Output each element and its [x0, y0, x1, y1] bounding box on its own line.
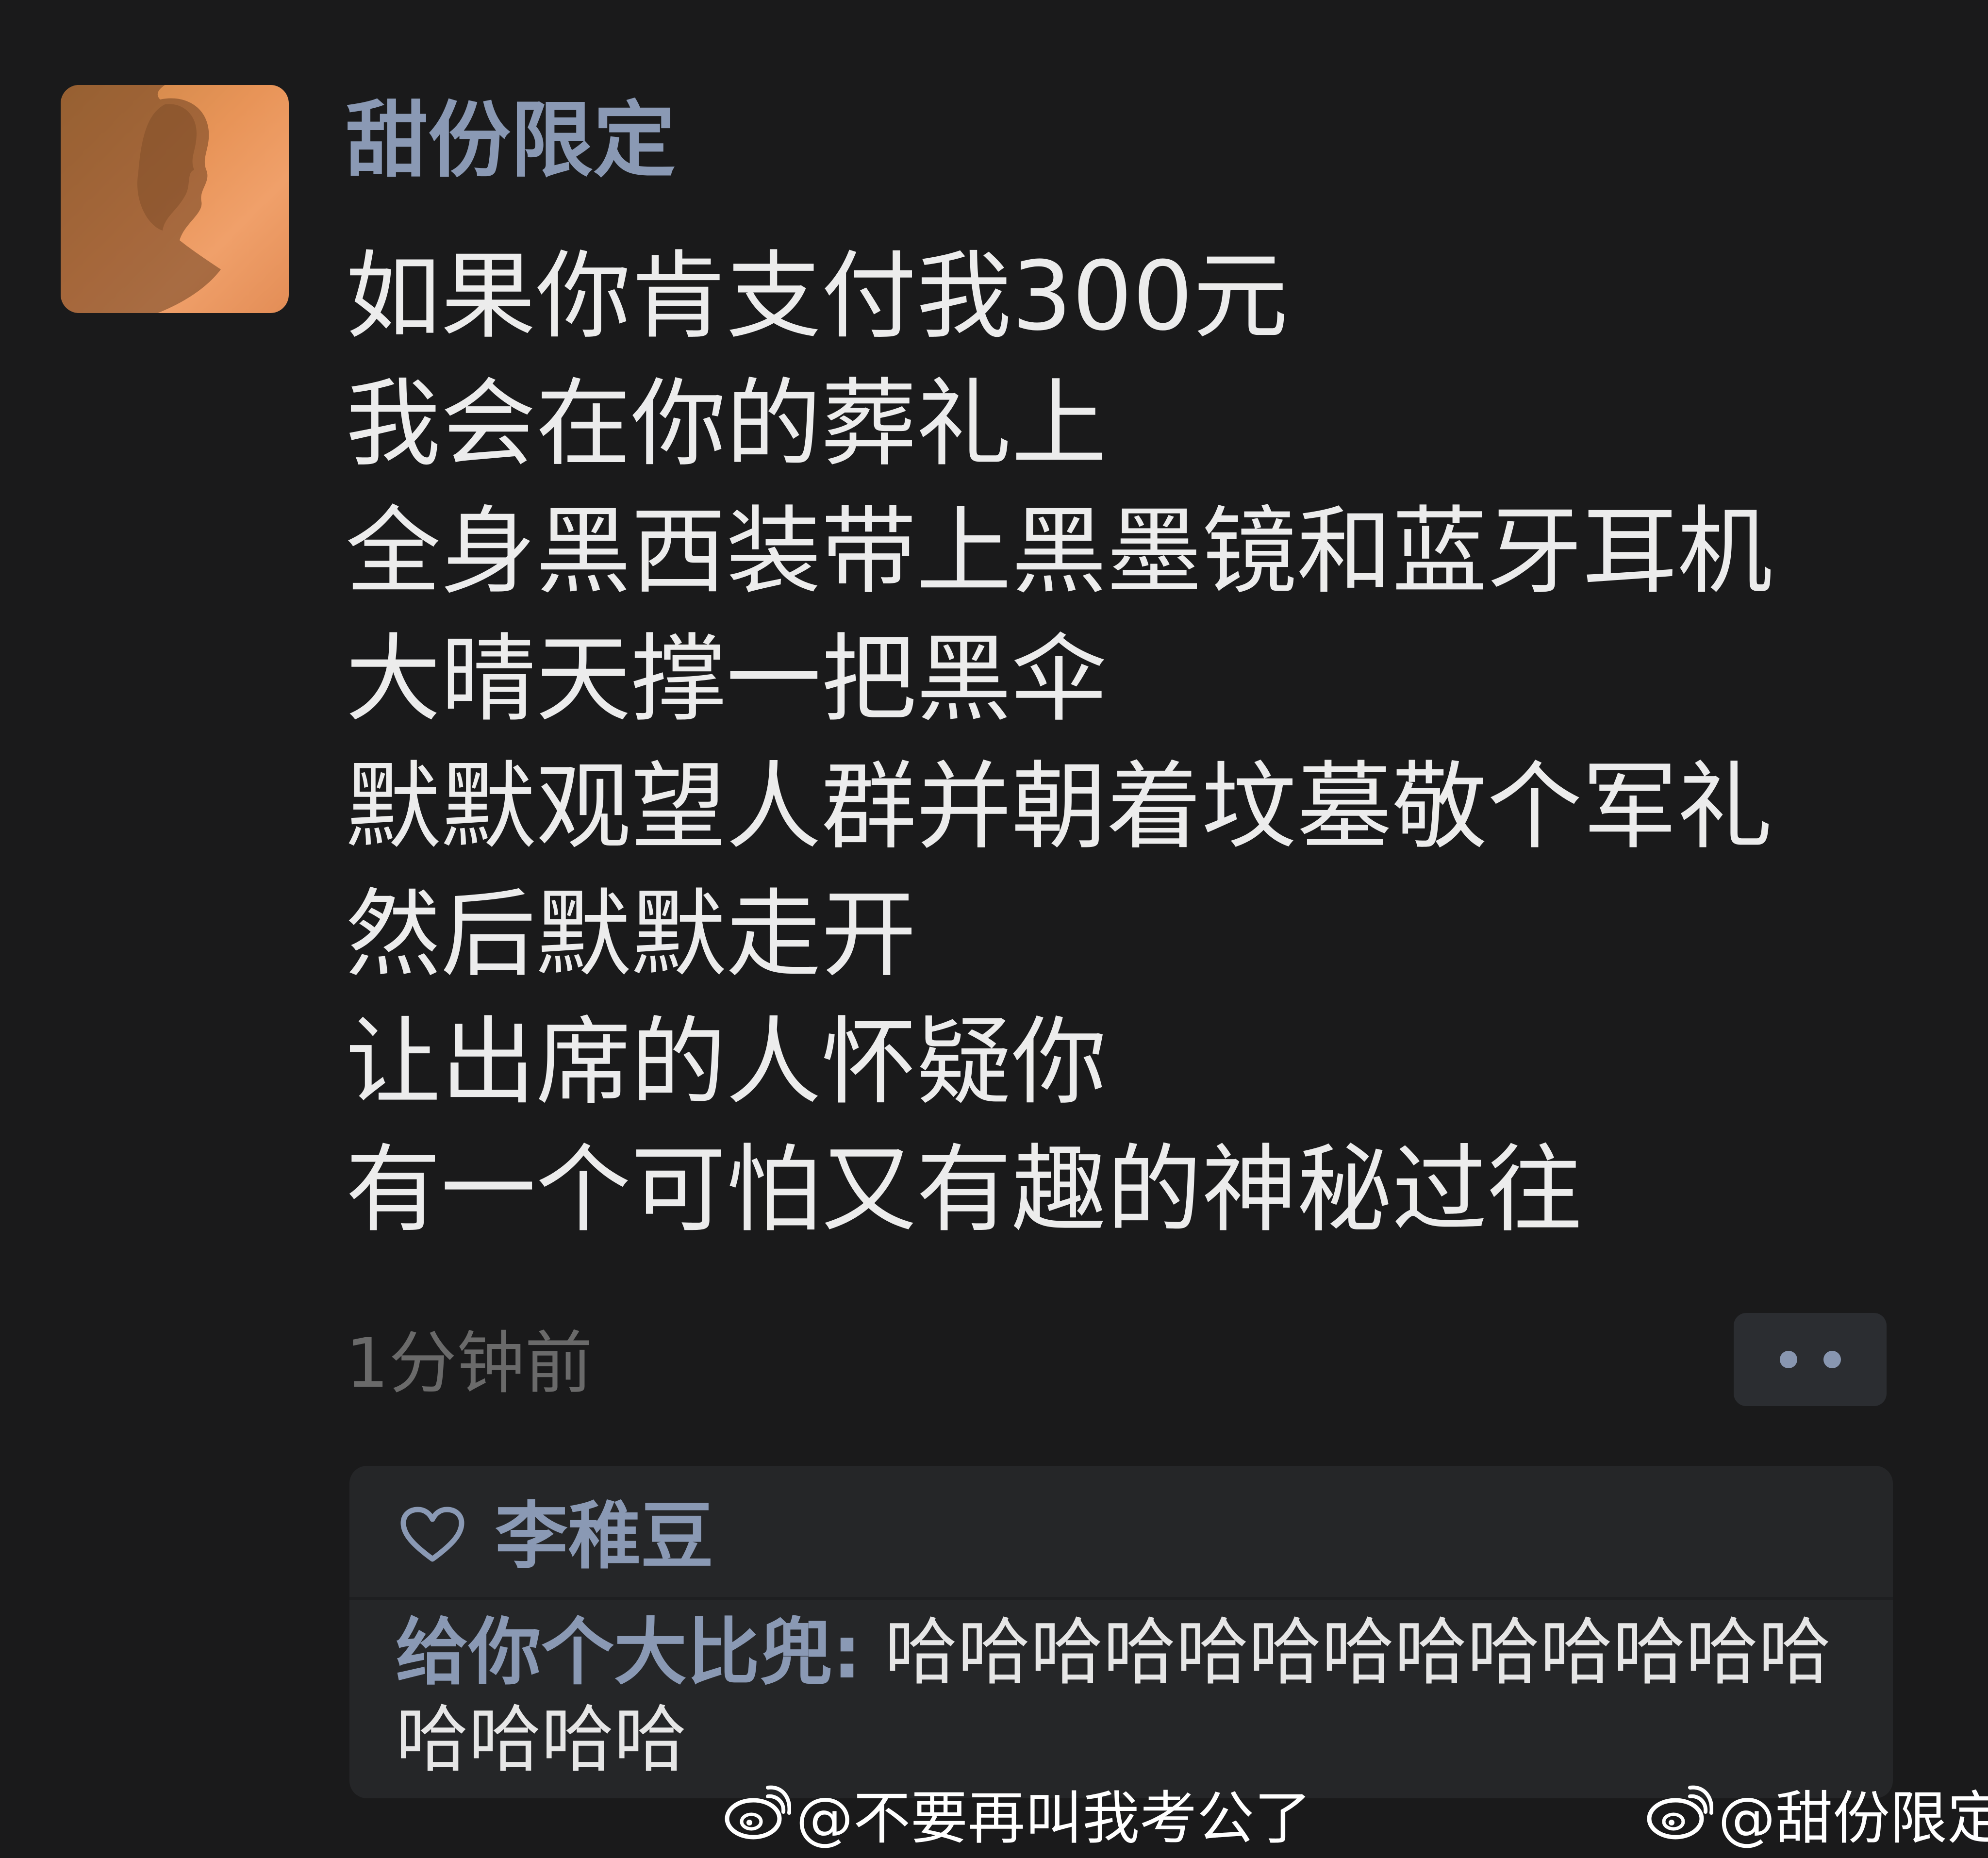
watermark-text: @不要再叫我考公了: [796, 1784, 1312, 1852]
watermark: @不要再叫我考公了: [723, 1776, 1311, 1852]
message-line: 全身黑西装带上黑墨镜和蓝牙耳机: [346, 497, 1773, 607]
message-body: 如果你肯支付我300元 我会在你的葬礼上 全身黑西装带上黑墨镜和蓝牙耳机 大晴天…: [346, 233, 1947, 1254]
more-dots-icon: [1779, 1351, 1797, 1368]
message-line: 然后默默走开: [346, 879, 917, 990]
watermark: @甜份限定: [1645, 1776, 1988, 1852]
message-line: 有一个可怕又有趣的神秘过往: [346, 1135, 1583, 1245]
watermark-text: @甜份限定: [1718, 1784, 1988, 1852]
timestamp: 1分钟前: [346, 1324, 593, 1403]
reply-comment[interactable]: 给你个大比兜: 哈哈哈哈哈哈哈哈哈哈哈哈哈哈哈哈哈: [396, 1609, 1861, 1784]
weibo-logo-icon: [1647, 1785, 1713, 1840]
message-line: 默默观望人群并朝着坟墓敬个军礼: [346, 752, 1773, 863]
more-dots-icon: [1823, 1351, 1841, 1368]
reply-colon: :: [832, 1610, 862, 1695]
liker-name[interactable]: 李稚豆: [495, 1483, 713, 1590]
reply-panel: 李稚豆 给你个大比兜: 哈哈哈哈哈哈哈哈哈哈哈哈哈哈哈哈哈: [349, 1466, 1893, 1798]
divider: [349, 1597, 1893, 1600]
message-line: 大晴天撑一把黑伞: [346, 624, 1107, 735]
reply-author[interactable]: 给你个大比兜: [396, 1610, 832, 1695]
message-line: 让出席的人怀疑你: [346, 1007, 1107, 1118]
message-line: 如果你肯支付我300元: [346, 241, 1289, 352]
weibo-logo-icon: [725, 1785, 791, 1840]
like-row: 李稚豆: [349, 1466, 1893, 1597]
more-button[interactable]: [1734, 1313, 1887, 1406]
heart-outline-icon[interactable]: [399, 1506, 465, 1564]
message-line: 我会在你的葬礼上: [346, 369, 1107, 480]
username[interactable]: 甜份限定: [346, 83, 676, 199]
avatar[interactable]: [61, 85, 289, 313]
silhouette-portrait: [61, 85, 221, 313]
